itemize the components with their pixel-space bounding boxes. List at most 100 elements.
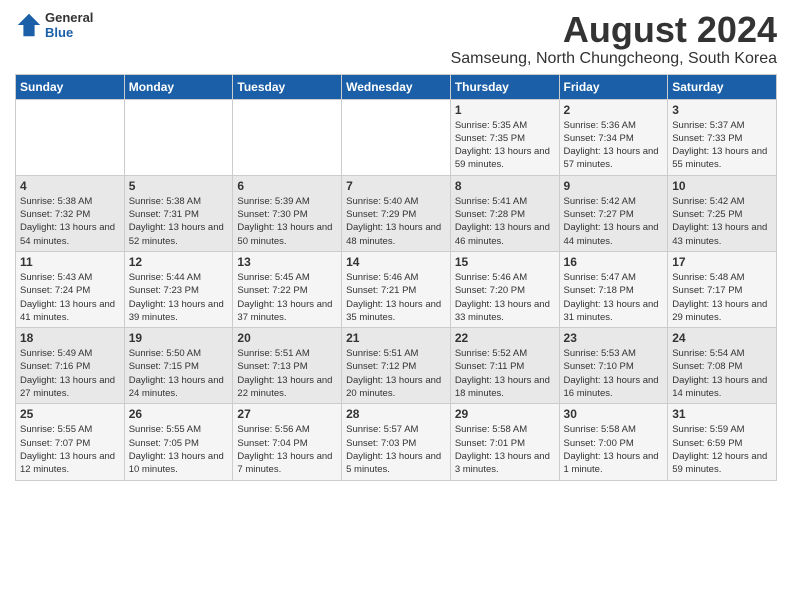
day-number: 21: [346, 331, 446, 345]
calendar-cell: 1 Sunrise: 5:35 AMSunset: 7:35 PMDaylight…: [450, 99, 559, 175]
header-wednesday: Wednesday: [342, 74, 451, 99]
calendar-table: Sunday Monday Tuesday Wednesday Thursday…: [15, 74, 777, 481]
weekday-row: Sunday Monday Tuesday Wednesday Thursday…: [16, 74, 777, 99]
day-info: Sunrise: 5:44 AMSunset: 7:23 PMDaylight:…: [129, 271, 229, 324]
calendar-cell: 20Sunrise: 5:51 AMSunset: 7:13 PMDayligh…: [233, 328, 342, 404]
calendar-cell: 17Sunrise: 5:48 AMSunset: 7:17 PMDayligh…: [668, 251, 777, 327]
day-info: Sunrise: 5:52 AMSunset: 7:11 PMDaylight:…: [455, 347, 555, 400]
location-title: Samseung, North Chungcheong, South Korea: [93, 50, 777, 68]
calendar-cell: 23Sunrise: 5:53 AMSunset: 7:10 PMDayligh…: [559, 328, 668, 404]
logo-blue: Blue: [45, 25, 93, 40]
day-number: 5: [129, 179, 229, 193]
calendar-cell: 7 Sunrise: 5:40 AMSunset: 7:29 PMDaylight…: [342, 175, 451, 251]
day-info: Sunrise: 5:51 AMSunset: 7:12 PMDaylight:…: [346, 347, 446, 400]
day-info: Sunrise: 5:53 AMSunset: 7:10 PMDaylight:…: [564, 347, 664, 400]
logo-icon: [15, 11, 43, 39]
header-friday: Friday: [559, 74, 668, 99]
day-number: 1: [455, 103, 555, 117]
day-number: 28: [346, 407, 446, 421]
calendar-cell: 22 Sunrise: 5:52 AMSunset: 7:11 PMDayligh…: [450, 328, 559, 404]
header-monday: Monday: [124, 74, 233, 99]
logo-general: General: [45, 10, 93, 25]
day-number: 27: [237, 407, 337, 421]
day-number: 7: [346, 179, 446, 193]
day-number: 6: [237, 179, 337, 193]
day-info: Sunrise: 5:37 AMSunset: 7:33 PMDaylight:…: [672, 119, 772, 172]
day-info: Sunrise: 5:55 AMSunset: 7:07 PMDaylight:…: [20, 423, 120, 476]
day-info: Sunrise: 5:39 AMSunset: 7:30 PMDaylight:…: [237, 195, 337, 248]
day-info: Sunrise: 5:43 AMSunset: 7:24 PMDaylight:…: [20, 271, 120, 324]
calendar-cell: 11Sunrise: 5:43 AMSunset: 7:24 PMDayligh…: [16, 251, 125, 327]
calendar-cell: 16 Sunrise: 5:47 AMSunset: 7:18 PMDayligh…: [559, 251, 668, 327]
day-number: 14: [346, 255, 446, 269]
day-info: Sunrise: 5:42 AMSunset: 7:25 PMDaylight:…: [672, 195, 772, 248]
calendar-cell: 4Sunrise: 5:38 AMSunset: 7:32 PMDaylight…: [16, 175, 125, 251]
day-info: Sunrise: 5:57 AMSunset: 7:03 PMDaylight:…: [346, 423, 446, 476]
calendar-cell: [233, 99, 342, 175]
calendar-row-0: 1 Sunrise: 5:35 AMSunset: 7:35 PMDaylight…: [16, 99, 777, 175]
day-info: Sunrise: 5:54 AMSunset: 7:08 PMDaylight:…: [672, 347, 772, 400]
title-section: August 2024 Samseung, North Chungcheong,…: [93, 10, 777, 68]
calendar-cell: 6 Sunrise: 5:39 AMSunset: 7:30 PMDaylight…: [233, 175, 342, 251]
day-info: Sunrise: 5:58 AMSunset: 7:00 PMDaylight:…: [564, 423, 664, 476]
day-info: Sunrise: 5:55 AMSunset: 7:05 PMDaylight:…: [129, 423, 229, 476]
day-info: Sunrise: 5:46 AMSunset: 7:20 PMDaylight:…: [455, 271, 555, 324]
day-number: 18: [20, 331, 120, 345]
header-thursday: Thursday: [450, 74, 559, 99]
day-number: 22: [455, 331, 555, 345]
calendar-cell: [124, 99, 233, 175]
calendar-cell: 9 Sunrise: 5:42 AMSunset: 7:27 PMDaylight…: [559, 175, 668, 251]
logo: General Blue: [15, 10, 93, 40]
calendar-cell: 5 Sunrise: 5:38 AMSunset: 7:31 PMDaylight…: [124, 175, 233, 251]
logo-text: General Blue: [45, 10, 93, 40]
calendar-cell: 8 Sunrise: 5:41 AMSunset: 7:28 PMDaylight…: [450, 175, 559, 251]
calendar-cell: 14Sunrise: 5:46 AMSunset: 7:21 PMDayligh…: [342, 251, 451, 327]
calendar-cell: 30 Sunrise: 5:58 AMSunset: 7:00 PMDayligh…: [559, 404, 668, 480]
day-number: 8: [455, 179, 555, 193]
day-info: Sunrise: 5:56 AMSunset: 7:04 PMDaylight:…: [237, 423, 337, 476]
header-saturday: Saturday: [668, 74, 777, 99]
day-number: 4: [20, 179, 120, 193]
day-number: 3: [672, 103, 772, 117]
header-tuesday: Tuesday: [233, 74, 342, 99]
day-info: Sunrise: 5:38 AMSunset: 7:31 PMDaylight:…: [129, 195, 229, 248]
day-number: 30: [564, 407, 664, 421]
day-number: 10: [672, 179, 772, 193]
day-number: 31: [672, 407, 772, 421]
calendar-cell: 2Sunrise: 5:36 AMSunset: 7:34 PMDaylight…: [559, 99, 668, 175]
calendar-cell: 13Sunrise: 5:45 AMSunset: 7:22 PMDayligh…: [233, 251, 342, 327]
calendar-row-2: 11Sunrise: 5:43 AMSunset: 7:24 PMDayligh…: [16, 251, 777, 327]
day-info: Sunrise: 5:35 AMSunset: 7:35 PMDaylight:…: [455, 119, 555, 172]
calendar-cell: 12Sunrise: 5:44 AMSunset: 7:23 PMDayligh…: [124, 251, 233, 327]
day-number: 9: [564, 179, 664, 193]
page-container: General Blue August 2024 Samseung, North…: [15, 10, 777, 481]
calendar-header: Sunday Monday Tuesday Wednesday Thursday…: [16, 74, 777, 99]
calendar-cell: 18Sunrise: 5:49 AMSunset: 7:16 PMDayligh…: [16, 328, 125, 404]
calendar-cell: 24Sunrise: 5:54 AMSunset: 7:08 PMDayligh…: [668, 328, 777, 404]
day-info: Sunrise: 5:51 AMSunset: 7:13 PMDaylight:…: [237, 347, 337, 400]
calendar-cell: 27 Sunrise: 5:56 AMSunset: 7:04 PMDayligh…: [233, 404, 342, 480]
calendar-cell: 19 Sunrise: 5:50 AMSunset: 7:15 PMDayligh…: [124, 328, 233, 404]
day-info: Sunrise: 5:59 AMSunset: 6:59 PMDaylight:…: [672, 423, 772, 476]
day-info: Sunrise: 5:40 AMSunset: 7:29 PMDaylight:…: [346, 195, 446, 248]
day-info: Sunrise: 5:45 AMSunset: 7:22 PMDaylight:…: [237, 271, 337, 324]
day-number: 29: [455, 407, 555, 421]
calendar-cell: 29Sunrise: 5:58 AMSunset: 7:01 PMDayligh…: [450, 404, 559, 480]
calendar-cell: 31 Sunrise: 5:59 AMSunset: 6:59 PMDayligh…: [668, 404, 777, 480]
calendar-cell: 3 Sunrise: 5:37 AMSunset: 7:33 PMDaylight…: [668, 99, 777, 175]
day-info: Sunrise: 5:41 AMSunset: 7:28 PMDaylight:…: [455, 195, 555, 248]
day-info: Sunrise: 5:47 AMSunset: 7:18 PMDaylight:…: [564, 271, 664, 324]
day-number: 25: [20, 407, 120, 421]
calendar-row-1: 4Sunrise: 5:38 AMSunset: 7:32 PMDaylight…: [16, 175, 777, 251]
day-number: 19: [129, 331, 229, 345]
header-sunday: Sunday: [16, 74, 125, 99]
calendar-cell: [16, 99, 125, 175]
day-info: Sunrise: 5:50 AMSunset: 7:15 PMDaylight:…: [129, 347, 229, 400]
day-number: 2: [564, 103, 664, 117]
calendar-body: 1 Sunrise: 5:35 AMSunset: 7:35 PMDaylight…: [16, 99, 777, 480]
calendar-cell: 21 Sunrise: 5:51 AMSunset: 7:12 PMDayligh…: [342, 328, 451, 404]
day-number: 16: [564, 255, 664, 269]
header: General Blue August 2024 Samseung, North…: [15, 10, 777, 68]
calendar-row-3: 18Sunrise: 5:49 AMSunset: 7:16 PMDayligh…: [16, 328, 777, 404]
day-info: Sunrise: 5:42 AMSunset: 7:27 PMDaylight:…: [564, 195, 664, 248]
